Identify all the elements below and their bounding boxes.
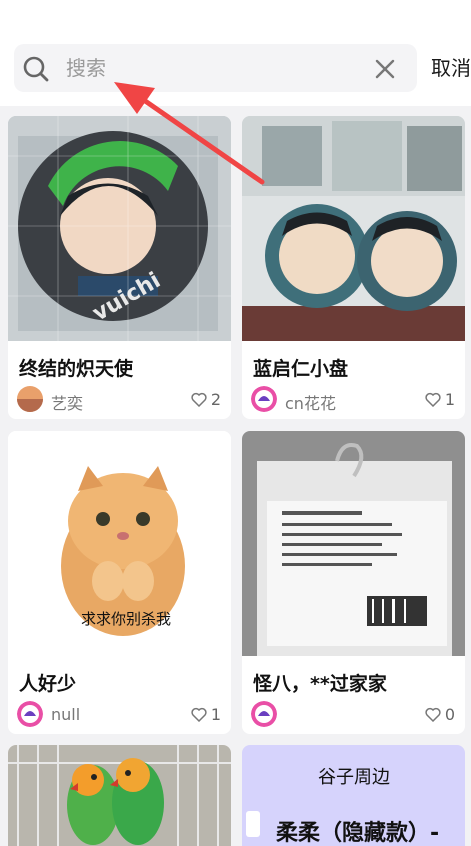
post-image xyxy=(8,745,231,846)
card-decoration xyxy=(246,811,260,837)
search-input[interactable]: 搜索 xyxy=(14,44,417,92)
post-card[interactable] xyxy=(8,745,231,846)
post-image: vuichi xyxy=(8,116,231,341)
like-count: 1 xyxy=(210,705,221,724)
heart-icon xyxy=(191,707,207,722)
author-name[interactable]: cn花花 xyxy=(285,390,336,414)
author-name[interactable]: 艺奕 xyxy=(51,390,83,414)
avatar[interactable] xyxy=(17,386,43,412)
like-count: 2 xyxy=(210,390,221,409)
author-name[interactable]: null xyxy=(51,705,80,724)
search-header: 搜索 取消 xyxy=(0,0,471,106)
post-heading: 谷子周边 xyxy=(318,767,390,788)
post-card[interactable]: vuichi 终结的炽天使 艺奕 2 xyxy=(8,116,231,419)
like-button[interactable]: 1 xyxy=(191,705,221,724)
heart-icon xyxy=(425,392,441,407)
post-card[interactable]: 求求你别杀我 人好少 null 1 xyxy=(8,431,231,734)
search-placeholder: 搜索 xyxy=(66,56,106,80)
like-button[interactable]: 1 xyxy=(425,390,455,409)
post-image xyxy=(242,431,465,656)
like-button[interactable]: 2 xyxy=(191,390,221,409)
heart-icon xyxy=(425,707,441,722)
post-card[interactable]: 谷子周边 柔柔（隐藏款）- xyxy=(242,745,465,846)
post-card[interactable]: 蓝启仁小盘 cn花花 1 xyxy=(242,116,465,419)
post-title: 蓝启仁小盘 xyxy=(253,358,349,380)
post-image: 求求你别杀我 xyxy=(8,431,231,656)
search-icon xyxy=(23,56,49,82)
post-title: 人好少 xyxy=(19,673,77,695)
cancel-button[interactable]: 取消 xyxy=(431,55,471,81)
heart-icon xyxy=(191,392,207,407)
post-title: 终结的炽天使 xyxy=(19,358,134,380)
post-image xyxy=(242,116,465,341)
post-subtitle: 柔柔（隐藏款）- xyxy=(276,821,440,846)
image-caption: 求求你别杀我 xyxy=(80,610,171,628)
avatar[interactable] xyxy=(17,701,43,727)
post-title: 怪八，**过家家 xyxy=(253,673,387,695)
post-card[interactable]: 怪八，**过家家 0 xyxy=(242,431,465,734)
like-count: 1 xyxy=(444,390,455,409)
like-button[interactable]: 0 xyxy=(425,705,455,724)
like-count: 0 xyxy=(444,705,455,724)
avatar[interactable] xyxy=(251,701,277,727)
avatar[interactable] xyxy=(251,386,277,412)
clear-icon[interactable] xyxy=(374,58,396,80)
